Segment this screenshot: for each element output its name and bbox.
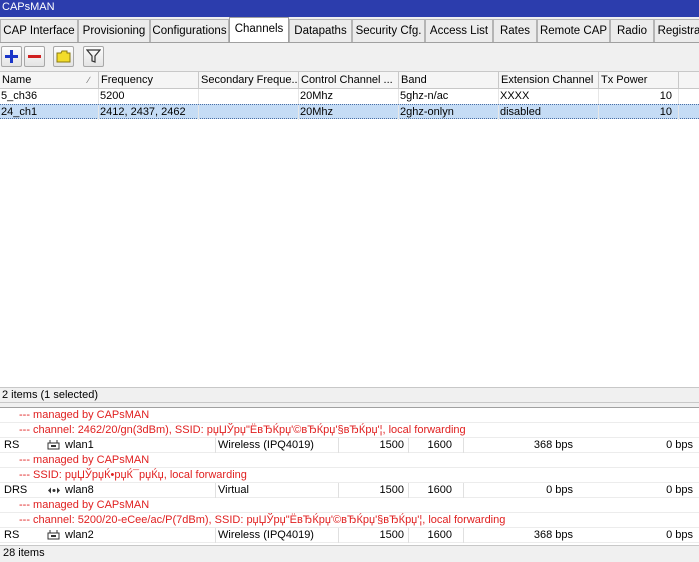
comment-row[interactable]: --- SSID: рџЏЎрџЌ•рџЌ¯рџЌџ, local forwar… <box>0 468 699 483</box>
cell-band: 5ghz-n/ac <box>399 89 499 104</box>
column-divider <box>463 528 464 543</box>
comment-row[interactable]: --- channel: 5200/20-eCee/ac/P(7dBm), SS… <box>0 513 699 528</box>
comment-row[interactable]: --- managed by CAPsMAN <box>0 498 699 513</box>
comment-text: --- channel: 2462/20/gn(3dBm), SSID: рџЏ… <box>19 424 466 436</box>
column-divider <box>463 483 464 498</box>
cell-mtu: 1500 <box>379 529 404 541</box>
cell-name: 24_ch1 <box>0 105 99 120</box>
remove-icon <box>28 55 41 58</box>
comment-text: --- managed by CAPsMAN <box>19 499 150 511</box>
tab-remote-cap[interactable]: Remote CAP <box>537 19 610 42</box>
comment-button[interactable] <box>53 46 74 67</box>
comment-text: --- SSID: рџЏЎрџЌ•рџЌ¯рџЌџ, local forwar… <box>19 469 247 481</box>
cell-frequency: 5200 <box>99 89 199 104</box>
interfaces-status: 28 items <box>0 545 699 562</box>
comment-row[interactable]: --- channel: 2462/20/gn(3dBm), SSID: рџЏ… <box>0 423 699 438</box>
table-row[interactable]: 24_ch1 2412, 2437, 2462 20Mhz 2ghz-onlyn dis… <box>0 104 699 120</box>
comment-text: --- managed by CAPsMAN <box>19 454 150 466</box>
add-icon <box>5 50 18 63</box>
cell-tx-power: 10 <box>599 89 679 104</box>
cell-frequency: 2412, 2437, 2462 <box>99 105 199 120</box>
tab-channels[interactable]: Channels <box>229 17 289 42</box>
cell-control: 20Mhz <box>299 105 399 120</box>
comment-text: --- managed by CAPsMAN <box>19 409 150 421</box>
cell-band: 2ghz-onlyn <box>399 105 499 120</box>
window-title: CAPsMAN <box>0 0 699 17</box>
cell-secondary <box>199 105 299 120</box>
tab-rates[interactable]: Rates <box>493 19 537 42</box>
column-divider <box>215 483 216 498</box>
cell-control: 20Mhz <box>299 89 399 104</box>
add-button[interactable] <box>1 46 22 67</box>
tab-cap-interface[interactable]: CAP Interface <box>0 19 78 42</box>
filter-icon <box>86 49 101 63</box>
interface-row[interactable]: RS wlan1 Wireless (IPQ4019) 1500 1600 368 bps… <box>0 438 699 453</box>
interfaces-list: --- managed by CAPsMAN --- channel: 2462/… <box>0 407 699 545</box>
comment-row[interactable]: --- managed by CAPsMAN <box>0 408 699 423</box>
channels-status: 2 items (1 selected) <box>0 387 699 403</box>
tab-datapaths[interactable]: Datapaths <box>289 19 352 42</box>
table-header: Name Frequency Secondary Freque... Control … <box>0 72 699 89</box>
tab-provisioning[interactable]: Provisioning <box>78 19 150 42</box>
cell-flags: DRS <box>4 484 28 496</box>
cell-name: wlan8 <box>65 484 94 496</box>
column-divider <box>215 438 216 453</box>
column-header-name[interactable]: Name <box>0 72 99 89</box>
comment-text: --- channel: 5200/20-eCee/ac/P(7dBm), SS… <box>19 514 506 526</box>
tab-bar: CAP Interface Provisioning Configurations C… <box>0 17 699 43</box>
toolbar <box>0 43 699 71</box>
column-divider <box>408 438 409 453</box>
column-divider <box>215 528 216 543</box>
sort-arrow-icon: ∕ <box>88 75 90 85</box>
cell-extension: disabled <box>499 105 599 120</box>
tab-radio[interactable]: Radio <box>610 19 654 42</box>
cell-mtu: 1500 <box>379 484 404 496</box>
wireless-icon <box>47 530 60 545</box>
channels-table: Name Frequency Secondary Freque... Control … <box>0 71 699 387</box>
column-header-frequency[interactable]: Frequency <box>99 72 199 89</box>
comment-icon <box>56 50 71 63</box>
column-header-extension[interactable]: Extension Channel <box>499 72 599 89</box>
column-divider <box>338 528 339 543</box>
cell-rx: 0 bps <box>666 484 693 496</box>
tab-access-list[interactable]: Access List <box>425 19 493 42</box>
cell-flags: RS <box>4 529 20 541</box>
cell-mtu: 1500 <box>379 439 404 451</box>
interface-row[interactable]: RS wlan2 Wireless (IPQ4019) 1500 1600 368 bps… <box>0 528 699 543</box>
tab-registra[interactable]: Registra <box>654 19 699 42</box>
cell-flags: RS <box>4 439 20 451</box>
column-divider <box>408 483 409 498</box>
cell-name: 5_ch36 <box>0 89 99 104</box>
comment-row[interactable]: --- managed by CAPsMAN <box>0 453 699 468</box>
cell-name: wlan1 <box>65 439 94 451</box>
column-divider <box>408 528 409 543</box>
column-header-band[interactable]: Band <box>399 72 499 89</box>
cell-extension: XXXX <box>499 89 599 104</box>
cell-tx: 368 bps <box>533 529 573 541</box>
cell-name: wlan2 <box>65 529 94 541</box>
column-divider <box>338 438 339 453</box>
cell-tx: 0 bps <box>546 484 573 496</box>
remove-button[interactable] <box>24 46 45 67</box>
filter-button[interactable] <box>83 46 104 67</box>
cell-rx: 0 bps <box>666 439 693 451</box>
tab-configurations[interactable]: Configurations <box>150 19 229 42</box>
column-header-tx-power[interactable]: Tx Power <box>599 72 679 89</box>
cell-secondary <box>199 89 299 104</box>
cell-tx: 368 bps <box>533 439 573 451</box>
column-divider <box>463 438 464 453</box>
interface-row[interactable]: DRS wlan8 Virtual 1500 1600 0 bps 0 bps <box>0 483 699 498</box>
cell-tx-power: 10 <box>599 105 679 120</box>
column-header-control[interactable]: Control Channel ... <box>299 72 399 89</box>
table-row[interactable]: 5_ch36 5200 20Mhz 5ghz-n/ac XXXX 10 <box>0 89 699 104</box>
column-header-secondary[interactable]: Secondary Freque... <box>199 72 299 89</box>
tab-security-cfg[interactable]: Security Cfg. <box>352 19 425 42</box>
cell-rx: 0 bps <box>666 529 693 541</box>
column-divider <box>338 483 339 498</box>
